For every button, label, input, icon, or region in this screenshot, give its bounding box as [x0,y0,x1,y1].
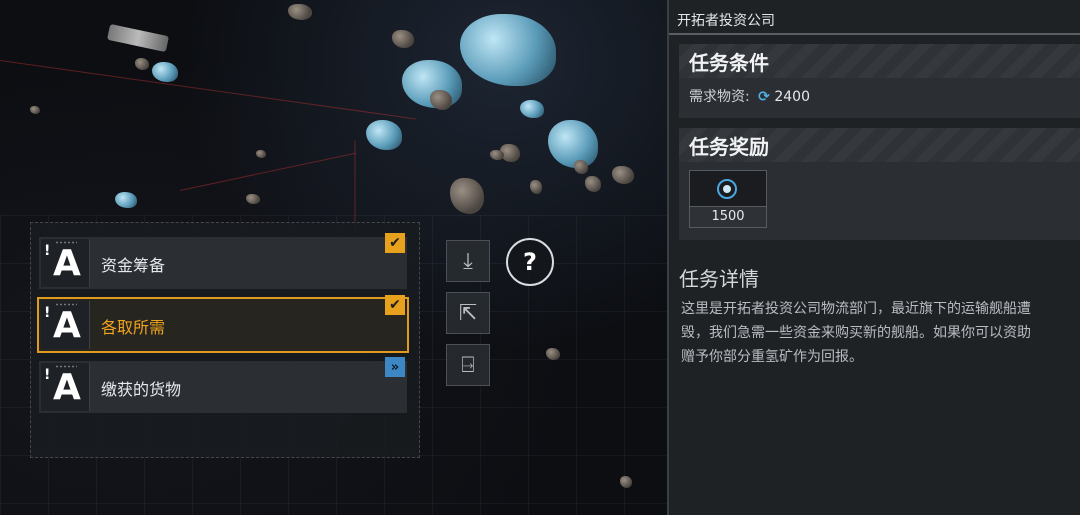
details-text: 这里是开拓者投资公司物流部门，最近旗下的运输舰船遭 毁，我们急需一些资金来购买新… [681,301,1031,365]
quest-icon: ! A [41,363,90,411]
rock-asteroid [620,476,632,488]
share-button[interactable]: ⇱ [446,292,490,334]
quest-letter: A [53,243,81,284]
quest-title: 各取所需 [101,318,166,337]
check-icon: ✔ [385,233,405,253]
alert-mark: ! [44,243,51,259]
rock-asteroid [530,180,542,194]
quest-title: 资金筹备 [101,256,166,275]
help-icon: ? [523,248,537,276]
help-button[interactable]: ? [506,238,554,286]
rock-asteroid [430,90,452,110]
ice-asteroid [460,14,556,86]
spaceship [106,23,170,53]
rock-asteroid [135,58,149,70]
company-name: 开拓者投资公司 [677,13,775,29]
ice-asteroid [366,120,402,150]
download-icon: ⤓ [463,248,473,274]
quest-title: 缴获的货物 [101,380,182,399]
rock-asteroid [288,4,312,20]
rock-asteroid [490,150,504,160]
conditions-section: 任务条件 需求物资: ⟳ 2400 [679,44,1080,118]
quest-letter: A [53,367,81,408]
rock-asteroid [30,106,40,114]
trajectory-line [179,152,357,191]
quest-letter: A [53,305,81,346]
divider [669,33,1080,35]
quest-icon: ! A [41,301,90,349]
download-button[interactable]: ⤓ [446,240,490,282]
rock-asteroid [574,160,588,174]
quest-list-panel: ! A 资金筹备 ✔ ! A 各取所需 ✔ ! A 缴获的货物 » [30,222,420,458]
details-title: 任务详情 [679,267,759,291]
rock-asteroid [392,30,414,48]
requirement-amount: 2400 [774,89,810,105]
trajectory-line [0,60,416,120]
rewards-section: 任务奖励 1500 [679,128,1080,240]
requirement: 需求物资: ⟳ 2400 [689,86,810,106]
rock-asteroid [450,178,484,214]
alert-mark: ! [44,367,51,383]
share-icon: ⇱ [458,300,478,326]
reward-item[interactable]: 1500 [689,170,767,228]
refresh-currency-icon: ⟳ [758,89,770,105]
ice-asteroid [115,192,137,208]
rewards-title: 任务奖励 [689,135,769,159]
ice-asteroid [548,120,598,168]
quest-row-selected[interactable]: ! A 各取所需 ✔ [37,295,409,353]
quest-detail-panel: 开拓者投资公司 任务条件 需求物资: ⟳ 2400 任务奖励 1500 任务详情… [667,0,1080,515]
quest-row[interactable]: ! A 资金筹备 ✔ [39,233,407,289]
requirement-label: 需求物资: [689,89,750,105]
alert-mark: ! [44,305,51,321]
rock-asteroid [612,166,634,184]
check-icon: ✔ [385,295,405,315]
rock-asteroid [256,150,266,158]
pin-button[interactable]: ⍈ [446,344,490,386]
rock-asteroid [546,348,560,360]
quest-row[interactable]: ! A 缴获的货物 » [39,357,407,413]
crystal-icon [717,179,737,199]
rock-asteroid [246,194,260,204]
pin-icon: ⍈ [461,352,475,378]
rock-asteroid [585,176,601,192]
conditions-title: 任务条件 [689,51,769,75]
ice-asteroid [152,62,178,82]
reward-amount: 1500 [690,206,766,227]
ice-asteroid [520,100,544,118]
fast-forward-icon: » [385,357,405,377]
quest-icon: ! A [41,239,90,287]
